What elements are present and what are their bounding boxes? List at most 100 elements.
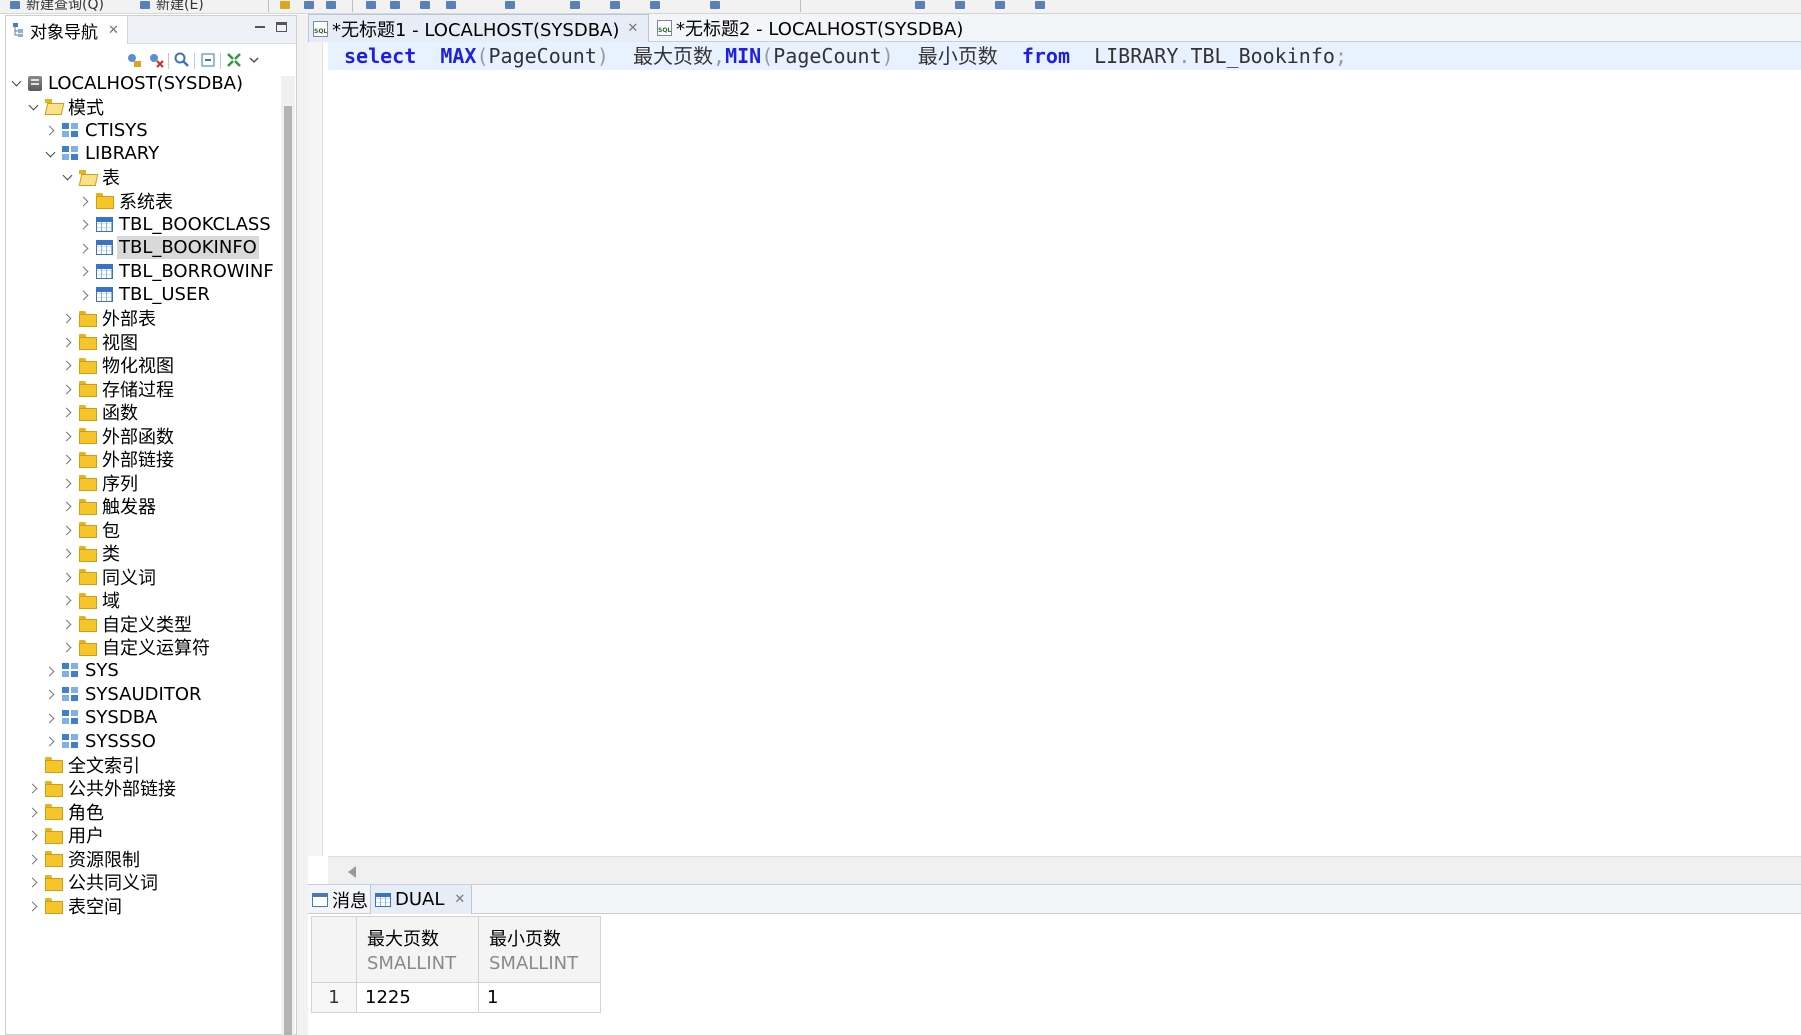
scrollbar-thumb[interactable]	[284, 106, 292, 1035]
new-query-icon[interactable]	[10, 1, 20, 9]
new-button[interactable]: 新建(E)	[156, 0, 204, 13]
chevron-right-icon[interactable]	[61, 641, 73, 653]
chevron-right-icon[interactable]	[27, 876, 39, 888]
chevron-right-icon[interactable]	[61, 406, 73, 418]
tab-untitled-1[interactable]: *无标题1 - LOCALHOST(SYSDBA) ✕	[308, 14, 650, 42]
help-icon[interactable]	[1035, 1, 1045, 9]
explain-icon[interactable]	[446, 1, 456, 9]
close-icon[interactable]: ✕	[627, 21, 638, 36]
link-editor-icon[interactable]	[226, 52, 242, 68]
tree-item[interactable]: CTISYS	[44, 117, 150, 143]
new-icon[interactable]	[140, 1, 150, 9]
close-icon[interactable]: ✕	[454, 892, 465, 907]
disconnect-icon[interactable]	[148, 52, 164, 68]
tree-item[interactable]: SYSDBA	[44, 705, 159, 731]
tab-object-navigator[interactable]: 对象导航 ✕	[6, 16, 128, 44]
chevron-down-icon[interactable]	[61, 171, 73, 183]
open-icon[interactable]	[280, 1, 290, 9]
chevron-right-icon[interactable]	[44, 665, 56, 677]
sql-code-line[interactable]: select MAX(PageCount) 最大页数,MIN(PageCount…	[328, 42, 1801, 70]
view-menu-icon[interactable]	[246, 52, 262, 68]
tab-dual[interactable]: DUAL ✕	[370, 885, 473, 914]
chevron-down-icon[interactable]	[10, 77, 22, 89]
column-header-min-pages[interactable]: 最小页数 SMALLINT	[478, 916, 601, 983]
new-query-button[interactable]: 新建查询(Q)	[26, 0, 104, 13]
close-icon[interactable]: ✕	[108, 23, 119, 38]
table-row[interactable]: 1 1225 1	[311, 982, 601, 1013]
chevron-right-icon[interactable]	[27, 853, 39, 865]
tree-item[interactable]: 表空间	[27, 893, 124, 919]
chevron-right-icon[interactable]	[44, 688, 56, 700]
format-icon[interactable]	[610, 1, 620, 9]
search-icon[interactable]	[174, 52, 190, 68]
tab-untitled-2[interactable]: *无标题2 - LOCALHOST(SYSDBA)	[653, 14, 973, 42]
chevron-right-icon[interactable]	[61, 453, 73, 465]
cell-max-pages[interactable]: 1225	[356, 982, 479, 1013]
chevron-right-icon[interactable]	[27, 806, 39, 818]
folder-icon	[45, 827, 63, 844]
chevron-right-icon[interactable]	[78, 195, 90, 207]
editor-horizontal-scrollbar[interactable]	[328, 856, 1801, 884]
chevron-right-icon[interactable]	[27, 782, 39, 794]
save-all-icon[interactable]	[326, 1, 336, 9]
chevron-right-icon[interactable]	[61, 312, 73, 324]
tab-messages[interactable]: 消息	[308, 885, 374, 914]
chevron-right-icon[interactable]	[61, 430, 73, 442]
row-number[interactable]: 1	[311, 982, 357, 1013]
window-icon[interactable]	[995, 1, 1005, 9]
chevron-right-icon[interactable]	[27, 900, 39, 912]
new-connection-icon[interactable]	[126, 52, 142, 68]
execute-selection-icon[interactable]	[390, 1, 400, 9]
minimize-icon[interactable]	[254, 22, 266, 34]
cell-min-pages[interactable]: 1	[478, 982, 601, 1013]
find-icon[interactable]	[710, 1, 720, 9]
chevron-right-icon[interactable]	[78, 289, 90, 301]
sql-editor[interactable]: select MAX(PageCount) 最大页数,MIN(PageCount…	[308, 42, 1801, 884]
row-number-header[interactable]	[311, 916, 357, 983]
chevron-right-icon[interactable]	[61, 571, 73, 583]
tree-item[interactable]: TBL_BOOKCLASS	[78, 211, 273, 237]
maximize-icon[interactable]	[276, 22, 287, 32]
rollback-icon[interactable]	[570, 1, 580, 9]
tree-item[interactable]: 系统表	[78, 188, 175, 214]
tree-item[interactable]: 模式	[27, 94, 106, 120]
execute-icon[interactable]	[366, 1, 376, 9]
chevron-right-icon[interactable]	[61, 383, 73, 395]
tree-item[interactable]: 表	[61, 164, 122, 190]
chevron-right-icon[interactable]	[78, 242, 90, 254]
chevron-right-icon[interactable]	[61, 477, 73, 489]
chevron-right-icon[interactable]	[44, 712, 56, 724]
chevron-right-icon[interactable]	[61, 547, 73, 559]
chevron-right-icon[interactable]	[78, 265, 90, 277]
chevron-down-icon[interactable]	[27, 101, 39, 113]
toolbar-separator	[194, 53, 195, 69]
tree-item[interactable]: SYS	[44, 658, 121, 684]
save-icon[interactable]	[304, 1, 314, 9]
chevron-right-icon[interactable]	[61, 336, 73, 348]
chevron-right-icon[interactable]	[27, 829, 39, 841]
panel-splitter[interactable]	[297, 15, 308, 1035]
chevron-right-icon[interactable]	[61, 359, 73, 371]
collapse-all-icon[interactable]	[200, 52, 216, 68]
debug-icon[interactable]	[915, 1, 925, 9]
chevron-right-icon[interactable]	[61, 618, 73, 630]
scroll-left-icon[interactable]	[348, 866, 356, 878]
tree-item[interactable]: TBL_BOOKINFO	[78, 235, 259, 261]
tool-icon[interactable]	[955, 1, 965, 9]
chevron-down-icon[interactable]	[44, 148, 56, 160]
tree-item[interactable]: LOCALHOST(SYSDBA)	[10, 70, 245, 96]
commit-icon[interactable]	[505, 1, 515, 9]
stop-icon[interactable]	[420, 1, 430, 9]
tree-item[interactable]: TBL_BORROWINF	[78, 258, 276, 284]
chevron-right-icon[interactable]	[61, 594, 73, 606]
column-header-max-pages[interactable]: 最大页数 SMALLINT	[356, 916, 479, 983]
chevron-right-icon[interactable]	[44, 124, 56, 136]
chevron-right-icon[interactable]	[78, 218, 90, 230]
chevron-right-icon[interactable]	[44, 735, 56, 747]
comment-icon[interactable]	[650, 1, 660, 9]
chevron-right-icon[interactable]	[61, 524, 73, 536]
tree-item[interactable]: SYSAUDITOR	[44, 681, 204, 707]
navigator-scrollbar[interactable]	[281, 76, 295, 1035]
tree-item[interactable]: 自定义运算符	[61, 634, 212, 660]
chevron-right-icon[interactable]	[61, 500, 73, 512]
